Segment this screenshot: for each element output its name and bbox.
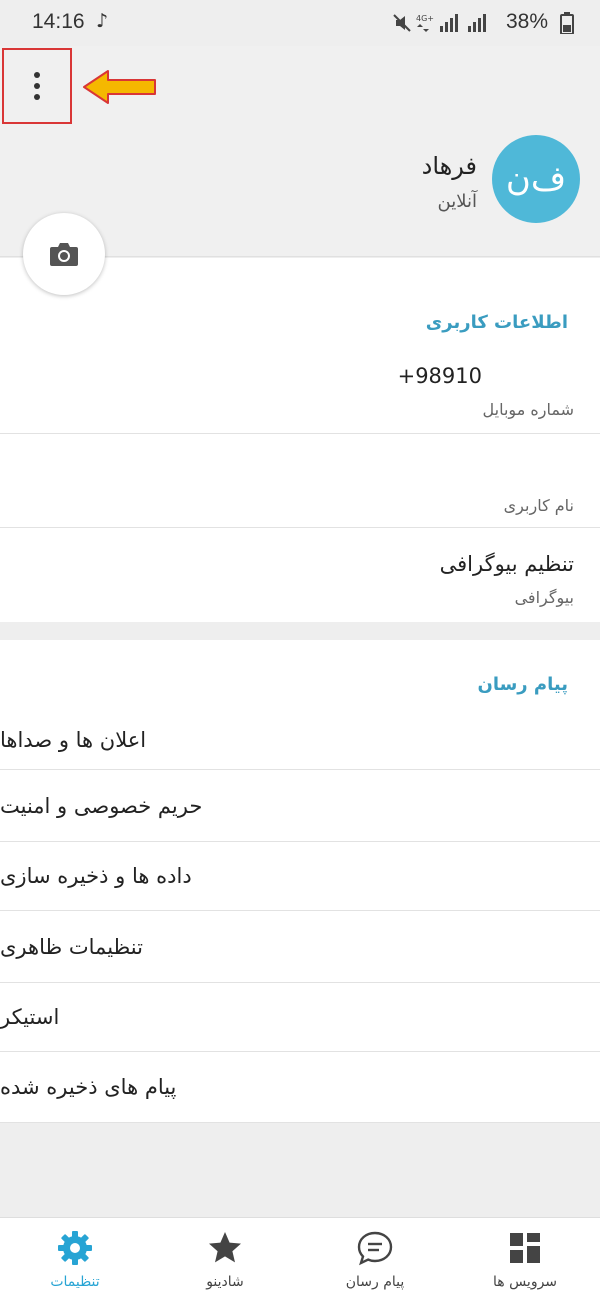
status-time: 14:16: [32, 10, 85, 33]
phone-value: +98910: [397, 364, 482, 388]
user-info-section: اطلاعات کاربری +98910 شماره موبایل نام ک…: [0, 258, 600, 622]
section-title-messenger: پیام رسان: [477, 674, 568, 695]
menu-item-notifications[interactable]: اعلان ها و صداها: [0, 710, 600, 770]
menu-item-label: استیکر: [0, 1005, 60, 1029]
menu-item-privacy[interactable]: حریم خصوصی و امنیت: [0, 770, 600, 842]
section-title-user-info: اطلاعات کاربری: [425, 312, 568, 333]
signal-icon-2: [468, 14, 486, 32]
battery-icon: [560, 12, 574, 34]
menu-item-label: حریم خصوصی و امنیت: [0, 793, 203, 818]
menu-item-stickers[interactable]: استیکر: [0, 983, 600, 1052]
phone-row[interactable]: +98910 شماره موبایل: [0, 348, 600, 434]
nav-item-settings[interactable]: تنظیمات: [0, 1218, 150, 1300]
music-note-icon: ♪: [96, 10, 109, 32]
data-arrows-icon: [417, 24, 429, 32]
nav-label-settings: تنظیمات: [50, 1274, 100, 1290]
avatar[interactable]: ف‌ن: [492, 135, 580, 223]
bio-value: تنظیم بیوگرافی: [439, 552, 574, 576]
menu-item-appearance[interactable]: تنظیمات ظاهری: [0, 911, 600, 983]
more-vert-icon: [34, 72, 40, 100]
nav-label-services: سرویس ها: [492, 1274, 558, 1290]
status-icons: 4G+: [393, 14, 486, 32]
nav-item-messenger[interactable]: پیام رسان: [300, 1218, 450, 1300]
menu-item-label: داده ها و ذخیره سازی: [0, 864, 192, 888]
menu-item-label: اعلان ها و صداها: [0, 727, 147, 752]
star-icon: [209, 1232, 241, 1263]
bio-row[interactable]: تنظیم بیوگرافی بیوگرافی: [0, 528, 600, 622]
camera-button[interactable]: [23, 213, 105, 295]
signal-icon-1: [440, 14, 458, 32]
username-row[interactable]: نام کاربری: [0, 434, 600, 528]
nav-item-shadino[interactable]: شادینو: [150, 1218, 300, 1300]
grid-icon: [510, 1233, 540, 1263]
bio-label: بیوگرافی: [514, 588, 574, 607]
nav-label-messenger: پیام رسان: [345, 1274, 405, 1290]
profile-status: آنلاین: [437, 191, 477, 212]
camera-icon: [50, 243, 78, 266]
phone-label: شماره موبایل: [482, 400, 574, 419]
chat-icon: [357, 1231, 393, 1266]
menu-item-saved-messages[interactable]: پیام های ذخیره شده: [0, 1052, 600, 1123]
mute-icon: [393, 14, 411, 32]
annotation-arrow-icon: [83, 70, 156, 104]
status-bar: 14:16 ♪ 4G+ 38%: [0, 0, 600, 46]
menu-item-data-storage[interactable]: داده ها و ذخیره سازی: [0, 842, 600, 911]
gear-icon: [58, 1231, 92, 1265]
menu-item-label: پیام های ذخیره شده: [0, 1075, 177, 1099]
nav-label-shadino: شادینو: [206, 1274, 244, 1290]
bottom-nav: تنظیمات شادینو پیام رسان سرویس ها: [0, 1217, 600, 1300]
more-options-button[interactable]: [2, 48, 72, 124]
profile-name: فرهاد: [421, 152, 477, 180]
nav-item-services[interactable]: سرویس ها: [450, 1218, 600, 1300]
menu-item-label: تنظیمات ظاهری: [0, 934, 143, 959]
network-type: 4G+: [416, 14, 434, 23]
battery-percent: 38%: [505, 10, 548, 33]
messenger-section: پیام رسان اعلان ها و صداها حریم خصوصی و …: [0, 640, 600, 1123]
username-label: نام کاربری: [503, 496, 574, 515]
